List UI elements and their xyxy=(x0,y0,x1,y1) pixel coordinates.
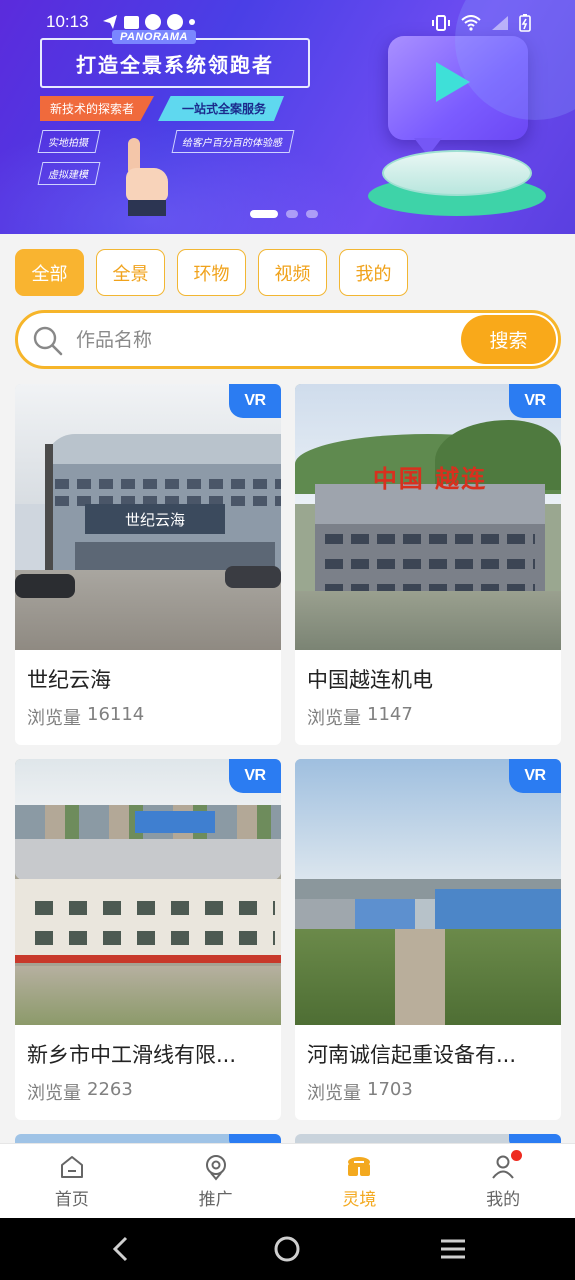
play-icon xyxy=(436,62,470,102)
work-title: 世纪云海 xyxy=(27,668,111,692)
filter-object[interactable]: 环物 xyxy=(177,249,246,296)
views-count: 2263 xyxy=(87,1079,133,1100)
pedestal-illustration xyxy=(368,150,546,218)
work-title: 新乡市中工滑线有限... xyxy=(27,1043,237,1067)
views-label: 浏览量 xyxy=(307,708,361,729)
vr-badge: VR xyxy=(509,759,561,793)
nav-promote-label: 推广 xyxy=(198,1189,233,1210)
notification-dot xyxy=(511,1150,523,1161)
nav-lingjing[interactable]: 灵境 xyxy=(288,1144,432,1218)
filter-mine[interactable]: 我的 xyxy=(339,249,408,296)
recents-icon[interactable] xyxy=(436,1232,470,1266)
bottom-navigation: 首页 推广 灵境 我的 xyxy=(0,1143,575,1218)
video-play-illustration xyxy=(388,36,528,156)
work-thumbnail[interactable]: 中国 越连 VR xyxy=(295,384,561,650)
work-card[interactable]: 世纪云海 VR 世纪云海 浏览量 16114 xyxy=(15,384,281,745)
status-bar: 10:13 xyxy=(0,0,575,46)
nav-lingjing-label: 灵境 xyxy=(342,1189,377,1210)
work-card[interactable]: VR 新乡市中工滑线有限... 浏览量 2263 xyxy=(15,759,281,1120)
home-icon xyxy=(60,1155,83,1178)
sub-tag-shooting: 实地拍摄 xyxy=(37,130,101,153)
search-button[interactable]: 搜索 xyxy=(461,315,556,364)
vr-badge: VR xyxy=(229,384,281,418)
banner-taglines: 新技术的探索者 一站式全案服务 xyxy=(40,96,285,121)
wifi-icon xyxy=(461,15,481,31)
system-navigation-bar xyxy=(0,1218,575,1280)
home-button-icon[interactable] xyxy=(270,1232,304,1266)
work-card[interactable]: VR 河南诚信起重设备有... 浏览量 1703 xyxy=(295,759,561,1120)
vr-badge: VR xyxy=(509,384,561,418)
work-title: 中国越连机电 xyxy=(307,668,433,692)
carousel-dot-3[interactable] xyxy=(306,210,318,218)
signal-icon xyxy=(492,16,508,30)
vr-badge: VR xyxy=(229,759,281,793)
send-icon xyxy=(103,15,117,29)
work-thumbnail[interactable]: 世纪云海 VR xyxy=(15,384,281,650)
work-views: 浏览量 1147 xyxy=(307,704,413,730)
tagline-right: 一站式全案服务 xyxy=(158,96,285,121)
work-views: 浏览量 2263 xyxy=(27,1079,133,1105)
system-status-icons xyxy=(431,14,531,32)
more-dot-icon xyxy=(189,19,195,25)
battery-icon xyxy=(519,14,531,32)
views-count: 16114 xyxy=(87,704,145,725)
pointing-hand-illustration xyxy=(124,138,170,216)
sub-tag-modeling: 虚拟建模 xyxy=(37,162,101,185)
nav-home-label: 首页 xyxy=(54,1189,89,1210)
app-icon-2 xyxy=(167,14,183,30)
promo-banner[interactable]: 10:13 PANORAMA 打造全景系统领跑者 新技术的探索者 一站式全案服务… xyxy=(0,0,575,234)
filter-panorama[interactable]: 全景 xyxy=(96,249,165,296)
search-bar: 搜索 xyxy=(15,310,561,369)
work-card[interactable]: 中国 越连 VR 中国越连机电 浏览量 1147 xyxy=(295,384,561,745)
filter-all[interactable]: 全部 xyxy=(15,249,84,296)
lingjing-icon xyxy=(348,1156,371,1176)
app-icon xyxy=(145,14,161,30)
work-title: 河南诚信起重设备有... xyxy=(307,1043,517,1067)
vibrate-icon xyxy=(432,15,450,31)
views-count: 1147 xyxy=(367,704,413,725)
banner-title: 打造全景系统领跑者 xyxy=(76,52,274,77)
back-icon[interactable] xyxy=(104,1232,138,1266)
carousel-indicator xyxy=(250,210,318,218)
work-thumbnail[interactable]: VR xyxy=(295,759,561,1025)
notification-icons xyxy=(102,14,195,30)
views-label: 浏览量 xyxy=(27,708,81,729)
building-sign: 世纪云海 xyxy=(85,504,225,534)
mail-icon xyxy=(124,15,139,29)
nav-mine-label: 我的 xyxy=(486,1189,521,1210)
views-label: 浏览量 xyxy=(27,1083,81,1104)
sub-tag-experience: 给客户百分百的体验感 xyxy=(171,130,295,153)
search-icon xyxy=(33,326,63,356)
work-thumbnail[interactable]: VR xyxy=(15,759,281,1025)
carousel-dot-1[interactable] xyxy=(250,210,278,218)
carousel-dot-2[interactable] xyxy=(286,210,298,218)
views-label: 浏览量 xyxy=(307,1083,361,1104)
work-views: 浏览量 16114 xyxy=(27,704,144,730)
nav-promote[interactable]: 推广 xyxy=(144,1144,288,1218)
category-filter: 全部 全景 环物 视频 我的 xyxy=(15,249,408,296)
promote-icon xyxy=(205,1154,226,1181)
building-sign: 中国 越连 xyxy=(372,464,488,493)
work-views: 浏览量 1703 xyxy=(307,1079,413,1105)
nav-home[interactable]: 首页 xyxy=(0,1144,144,1218)
nav-mine[interactable]: 我的 xyxy=(431,1144,575,1218)
search-input[interactable] xyxy=(76,321,456,359)
status-time: 10:13 xyxy=(46,12,89,31)
tagline-left: 新技术的探索者 xyxy=(40,96,155,121)
views-count: 1703 xyxy=(367,1079,413,1100)
filter-video[interactable]: 视频 xyxy=(258,249,327,296)
